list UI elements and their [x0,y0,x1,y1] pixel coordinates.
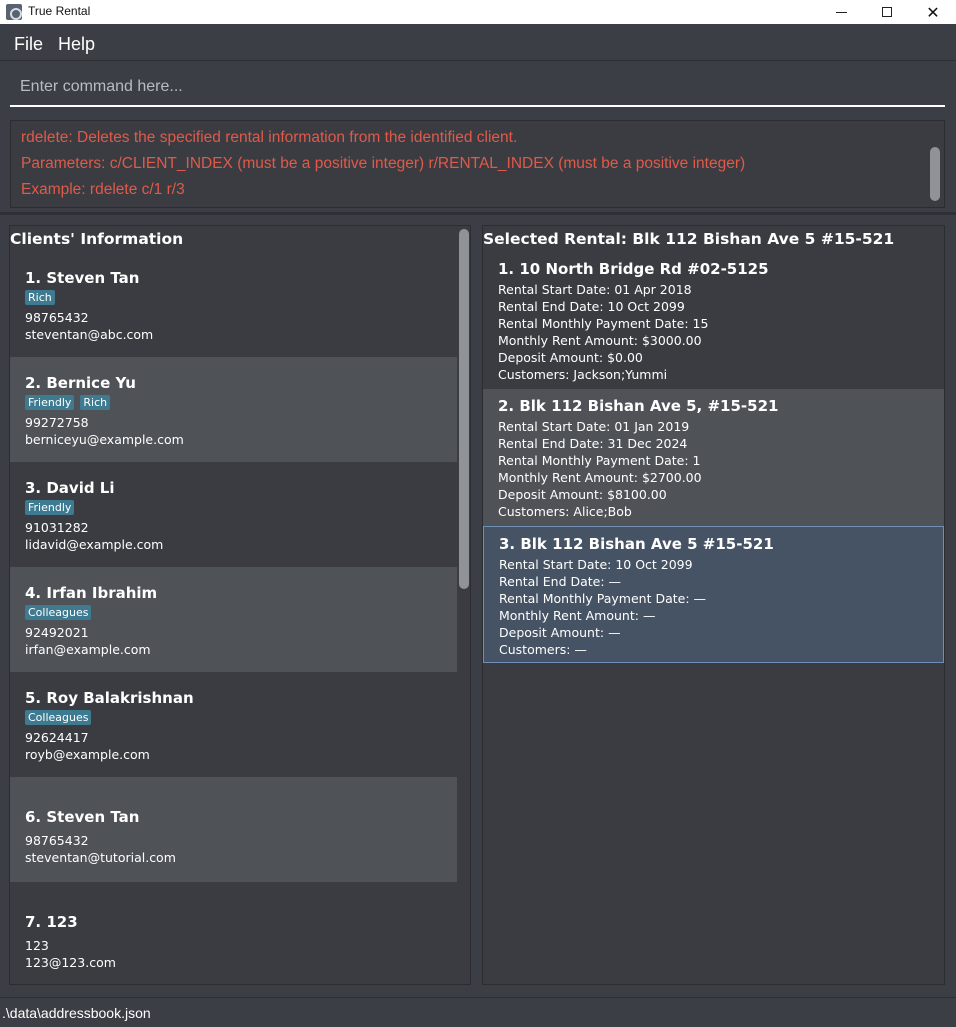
rental-rent: Monthly Rent Amount: $3000.00 [498,333,702,348]
rental-address: 2. Blk 112 Bishan Ave 5, #15-521 [498,397,779,415]
rental-start: Rental Start Date: 01 Jan 2019 [498,419,690,434]
client-tag: Colleagues [25,605,92,620]
rental-rent: Monthly Rent Amount: $2700.00 [498,470,702,485]
app-icon [6,4,22,20]
client-list: 1. Steven Tan Rich 98765432 steventan@abc.c… [10,252,470,984]
result-display[interactable]: rdelete: Deletes the specified rental in… [10,120,945,208]
rental-start: Rental Start Date: 01 Apr 2018 [498,282,692,297]
client-name: 5. Roy Balakrishnan [25,689,194,707]
client-tags: Colleagues [25,710,92,725]
rentals-panel-title: Selected Rental: Blk 112 Bishan Ave 5 #1… [483,230,895,248]
client-card[interactable]: 7. 123 123 123@123.com [10,882,457,984]
client-email: lidavid@example.com [25,537,164,552]
command-box [10,70,945,107]
rental-end: Rental End Date: — [499,574,622,589]
client-card[interactable]: 1. Steven Tan Rich 98765432 steventan@abc.c… [10,252,457,357]
client-card[interactable]: 3. David Li Friendly 91031282 lidavid@examp… [10,462,457,567]
client-tag: Rich [80,395,111,410]
rental-deposit: Deposit Amount: $0.00 [498,350,643,365]
client-card[interactable]: 4. Irfan Ibrahim Colleagues 92492021 irfan@… [10,567,457,672]
client-tag: Rich [25,290,55,305]
client-tag: Friendly [25,500,75,515]
result-line: Example: rdelete c/1 r/3 [21,181,185,198]
client-phone: 91031282 [25,520,89,535]
client-email: berniceyu@example.com [25,432,184,447]
title-bar: True Rental ✕ [0,0,956,24]
rental-end: Rental End Date: 31 Dec 2024 [498,436,688,451]
rental-list: 1. 10 North Bridge Rd #02-5125 Rental Sta… [483,252,944,984]
client-card[interactable]: 6. Steven Tan 98765432 steventan@tutorial.… [10,777,457,882]
menu-file[interactable]: File [14,34,43,55]
client-phone: 92492021 [25,625,89,640]
client-tags: Friendly Rich [25,395,111,410]
rental-card[interactable]: 3. Blk 112 Bishan Ave 5 #15-521 Rental St… [483,526,944,663]
minimize-icon [835,11,847,13]
client-name: 6. Steven Tan [25,808,140,826]
rentals-panel: Selected Rental: Blk 112 Bishan Ave 5 #1… [482,225,945,985]
status-bar: .\data\addressbook.json [0,997,956,1027]
client-email: irfan@example.com [25,642,151,657]
window-title: True Rental [28,4,91,18]
client-tag: Friendly [25,395,75,410]
client-name: 1. Steven Tan [25,269,140,287]
client-email: 123@123.com [25,955,116,970]
split-divider[interactable] [0,212,956,215]
result-scrollbar[interactable] [930,147,940,201]
client-phone: 92624417 [25,730,89,745]
clients-panel: Clients' Information 1. Steven Tan Rich 98… [9,225,471,985]
client-card[interactable]: 5. Roy Balakrishnan Colleagues 92624417 roy… [10,672,457,777]
rental-deposit: Deposit Amount: — [499,625,621,640]
close-icon: ✕ [926,2,940,22]
rental-rent: Monthly Rent Amount: — [499,608,656,623]
client-phone: 98765432 [25,310,89,325]
close-button[interactable]: ✕ [910,0,956,24]
rental-payment: Rental Monthly Payment Date: 15 [498,316,709,331]
rental-address: 1. 10 North Bridge Rd #02-5125 [498,260,769,278]
client-tags: Friendly [25,500,75,515]
client-name: 4. Irfan Ibrahim [25,584,158,602]
minimize-button[interactable] [818,0,864,24]
client-list-scrollbar[interactable] [459,229,469,589]
result-line: Parameters: c/CLIENT_INDEX (must be a po… [21,155,746,172]
menu-help[interactable]: Help [58,34,95,55]
client-phone: 98765432 [25,833,89,848]
maximize-button[interactable] [864,0,910,24]
result-line: rdelete: Deletes the specified rental in… [21,129,518,146]
client-email: steventan@abc.com [25,327,154,342]
rental-customers: Customers: Alice;Bob [498,504,632,519]
command-input[interactable] [10,70,945,104]
rental-address: 3. Blk 112 Bishan Ave 5 #15-521 [499,535,774,553]
client-email: royb@example.com [25,747,150,762]
rental-card[interactable]: 2. Blk 112 Bishan Ave 5, #15-521 Rental S… [483,389,944,526]
rental-end: Rental End Date: 10 Oct 2099 [498,299,685,314]
client-name: 2. Bernice Yu [25,374,136,392]
rental-customers: Customers: Jackson;Yummi [498,367,668,382]
client-tags: Rich [25,290,55,305]
client-tags: Colleagues [25,605,92,620]
client-name: 3. David Li [25,479,115,497]
rental-customers: Customers: — [499,642,587,657]
menu-bar: File Help [0,27,956,61]
rental-card[interactable]: 1. 10 North Bridge Rd #02-5125 Rental Sta… [483,252,944,389]
client-name: 7. 123 [25,913,78,931]
rental-start: Rental Start Date: 10 Oct 2099 [499,557,693,572]
data-file-path: .\data\addressbook.json [2,1005,151,1021]
client-email: steventan@tutorial.com [25,850,176,865]
client-phone: 99272758 [25,415,89,430]
client-phone: 123 [25,938,49,953]
rental-payment: Rental Monthly Payment Date: 1 [498,453,701,468]
clients-panel-title: Clients' Information [10,230,184,248]
maximize-icon [882,7,892,17]
client-tag: Colleagues [25,710,92,725]
rental-deposit: Deposit Amount: $8100.00 [498,487,667,502]
rental-payment: Rental Monthly Payment Date: — [499,591,707,606]
client-card[interactable]: 2. Bernice Yu Friendly Rich 99272758 bernice… [10,357,457,462]
